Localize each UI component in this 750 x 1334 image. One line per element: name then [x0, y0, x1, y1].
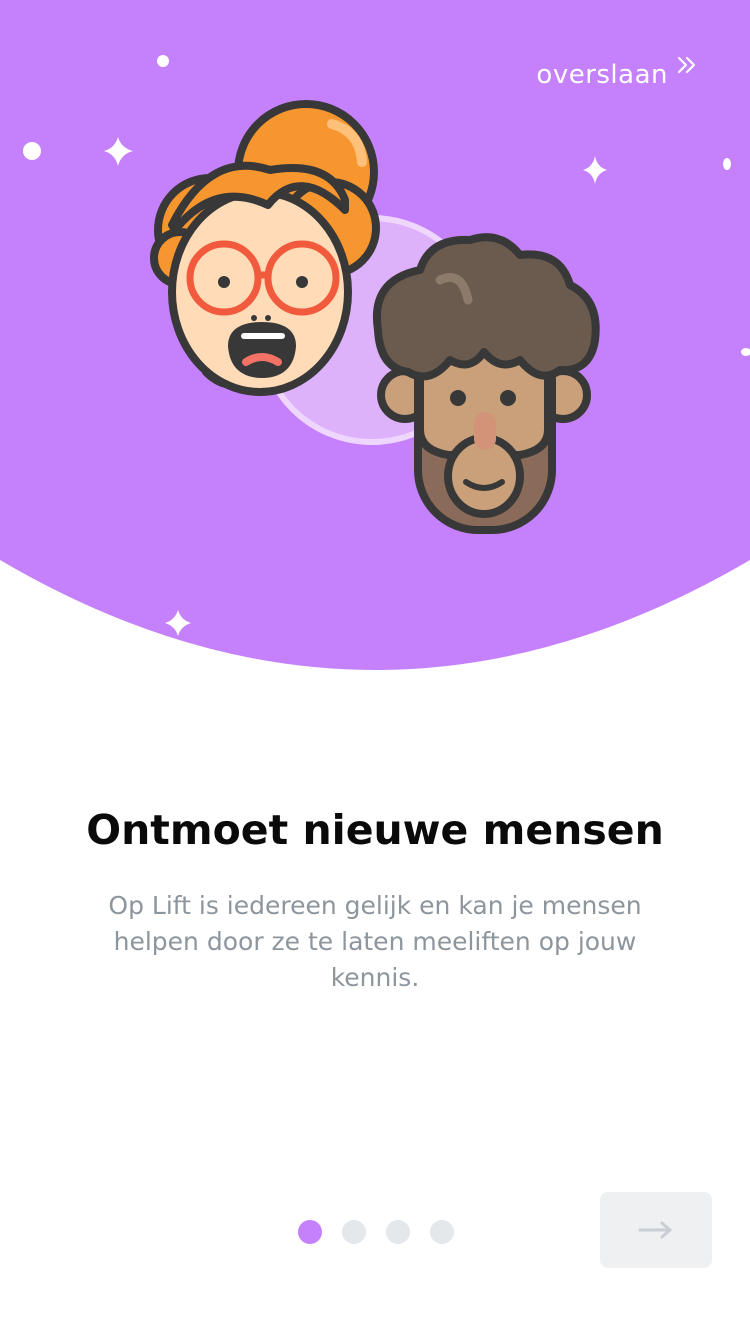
page-title: Ontmoet nieuwe mensen [86, 806, 664, 854]
pagination-dot-2[interactable] [342, 1220, 366, 1244]
pagination-dot-4[interactable] [430, 1220, 454, 1244]
pagination-dot-3[interactable] [386, 1220, 410, 1244]
hero-background [0, 0, 750, 670]
double-chevron-right-icon [676, 54, 698, 82]
skip-label: overslaan [536, 60, 668, 90]
page-description: Op Lift is iedereen gelijk en kan je men… [108, 891, 642, 992]
pagination-dot-1[interactable] [298, 1220, 322, 1244]
next-button[interactable] [600, 1192, 712, 1268]
hero-illustration-area [0, 0, 750, 680]
pagination-dots [298, 1220, 454, 1244]
skip-button[interactable]: overslaan [536, 56, 698, 90]
arrow-right-icon [638, 1221, 672, 1239]
